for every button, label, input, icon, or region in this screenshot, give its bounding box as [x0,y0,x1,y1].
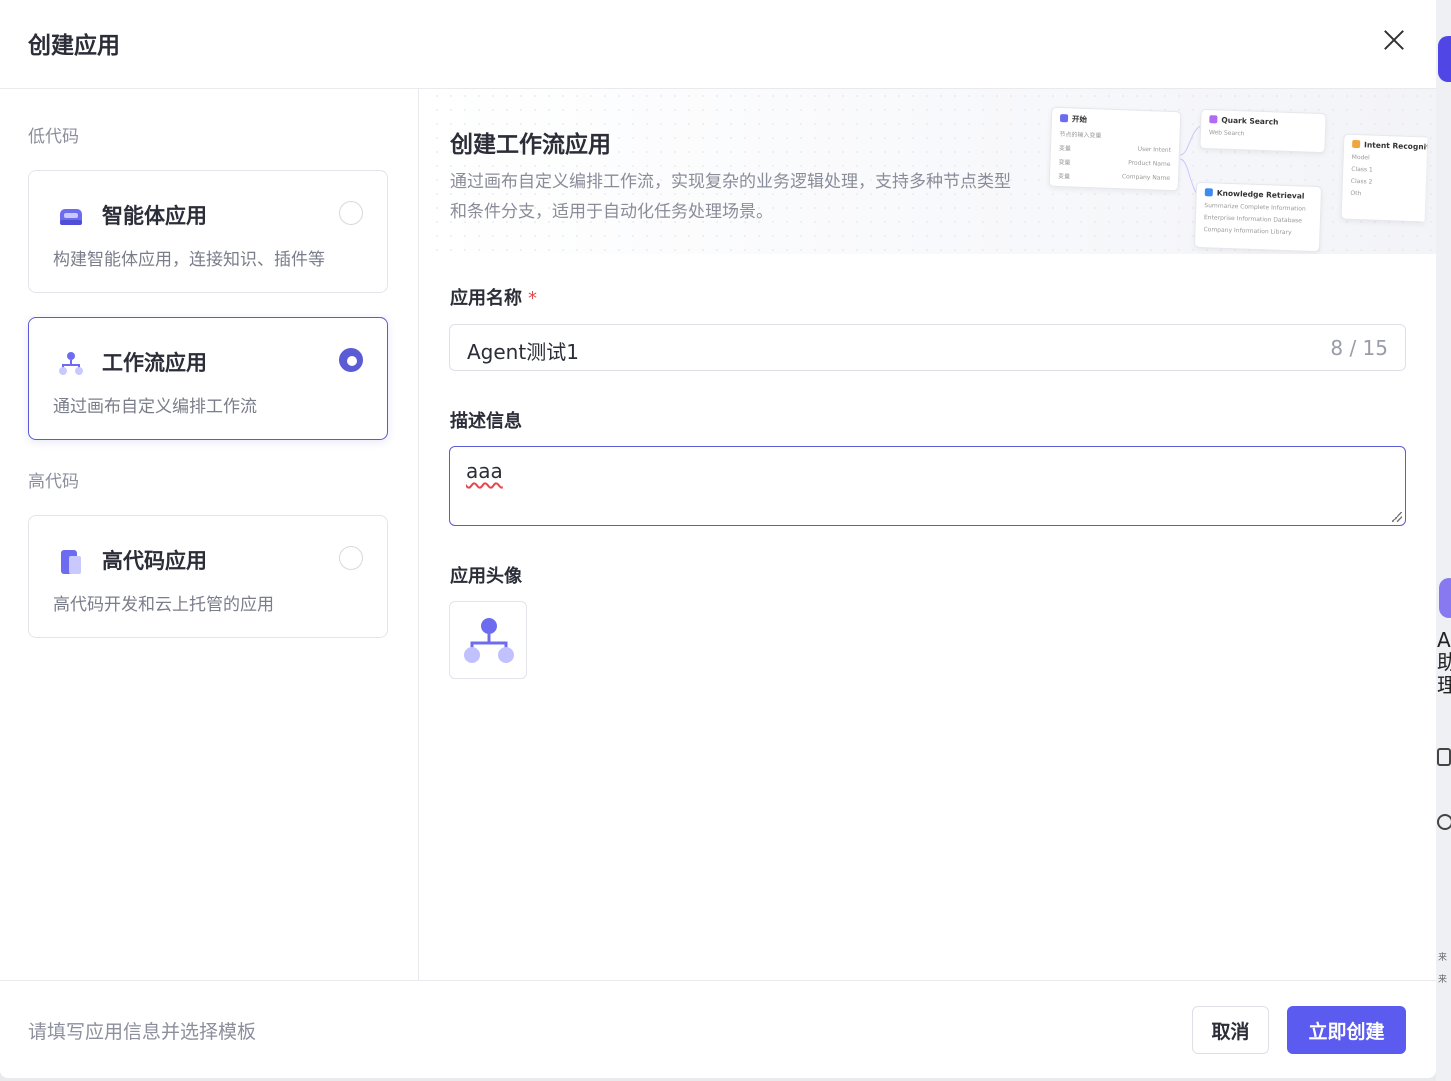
node-row: 变量 Product Name [1058,159,1171,168]
node-row: 变量 Company Name [1057,173,1171,182]
app-type-card-high-code[interactable]: 高代码应用 高代码开发和云上托管的应用 [28,515,388,638]
preview-node-quark-search: Quark Search Web Search [1199,108,1327,154]
background-avatar-icon [1439,578,1451,618]
background-doc-icon [1437,748,1451,766]
background-smile-icon [1437,814,1451,830]
workflow-icon [59,352,83,375]
node-row: 变量 User Intent [1058,145,1172,154]
node-title: 开始 [1060,113,1172,128]
app-avatar-picker[interactable] [449,601,527,679]
description-label: 描述信息 [450,411,522,432]
app-name-label: 应用名称 * [450,288,537,309]
create-app-modal: 创建应用 低代码 智能体应用 构建智能体应用，连接知识、插件等 工作流应用 通过… [0,0,1436,1078]
background-nav-pill [1438,36,1451,82]
node-row: Company Information Library [1203,226,1292,237]
node-row: Enterprise Information Database [1203,214,1303,225]
card-desc: 通过画布自定义编排工作流 [53,397,257,417]
node-title: Quark Search [1209,115,1317,128]
preview-node-knowledge-retrieval: Knowledge Retrieval Summarize Complete I… [1193,181,1323,253]
app-form-panel: 创建工作流应用 通过画布自定义编排工作流，实现复杂的业务逻辑处理，支持多种节点类… [420,89,1436,981]
background-text: 来 [1438,975,1448,985]
cancel-button[interactable]: 取消 [1192,1006,1269,1054]
workflow-icon [464,618,514,663]
banner-title: 创建工作流应用 [450,132,611,158]
card-radio-checked[interactable] [339,348,363,372]
background-text: 理 [1437,673,1451,697]
app-name-value[interactable]: Agent测试1 [467,336,579,365]
close-icon[interactable] [1380,26,1408,54]
workflow-banner: 创建工作流应用 通过画布自定义编排工作流，实现复杂的业务逻辑处理，支持多种节点类… [430,89,1436,254]
app-type-card-workflow[interactable]: 工作流应用 通过画布自定义编排工作流 [28,317,388,440]
document-code-icon [61,550,81,574]
modal-title: 创建应用 [28,33,120,59]
node-title: Intent Recognit [1352,140,1427,151]
modal-header: 创建应用 [0,0,1436,89]
card-desc: 构建智能体应用，连接知识、插件等 [53,250,325,270]
required-mark: * [528,288,537,309]
background-page: A 助 理 来 来 [1436,0,1451,1081]
create-now-button[interactable]: 立即创建 [1287,1006,1406,1054]
node-row: Web Search [1208,129,1245,138]
textarea-resize-handle[interactable] [1392,512,1402,522]
node-row: Summarize Complete Information [1204,202,1306,213]
app-name-char-count: 8 / 15 [1330,336,1388,360]
background-text: 助 [1437,650,1451,674]
card-radio[interactable] [339,201,363,225]
card-title: 智能体应用 [102,204,207,228]
node-row: Model [1351,153,1370,162]
avatar-label: 应用头像 [450,566,522,587]
description-textarea[interactable]: aaa [449,446,1406,526]
node-title: Knowledge Retrieval [1205,188,1313,201]
group-label-low-code: 低代码 [28,127,79,147]
app-name-input[interactable]: Agent测试1 8 / 15 [449,324,1406,371]
banner-desc: 通过画布自定义编排工作流，实现复杂的业务逻辑处理，支持多种节点类型和条件分支，适… [450,172,1011,222]
agent-bot-icon [60,209,82,225]
app-type-sidebar: 低代码 智能体应用 构建智能体应用，连接知识、插件等 工作流应用 通过画布自定义… [0,89,419,981]
description-value[interactable]: aaa [466,459,503,483]
preview-node-intent-recognition: Intent Recognit Model Class 1 Class 2 Ot… [1340,133,1428,223]
app-type-card-agent[interactable]: 智能体应用 构建智能体应用，连接知识、插件等 [28,170,388,293]
group-label-high-code: 高代码 [28,472,79,492]
modal-footer: 请填写应用信息并选择模板 取消 立即创建 [0,980,1436,1078]
node-row: Class 2 [1350,177,1373,186]
background-text: 来 [1438,953,1448,963]
background-text: A [1437,628,1451,652]
card-title: 工作流应用 [102,351,207,375]
node-row: Class 1 [1351,165,1373,174]
card-title: 高代码应用 [102,549,207,573]
node-row: Oth [1350,189,1362,198]
node-row: 节点的输入变量 [1059,131,1102,140]
card-desc: 高代码开发和云上托管的应用 [53,595,274,615]
card-radio[interactable] [339,546,363,570]
preview-node-start: 开始 节点的输入变量 变量 User Intent 变量 Product Name … [1048,106,1182,192]
footer-hint: 请填写应用信息并选择模板 [28,1021,257,1043]
